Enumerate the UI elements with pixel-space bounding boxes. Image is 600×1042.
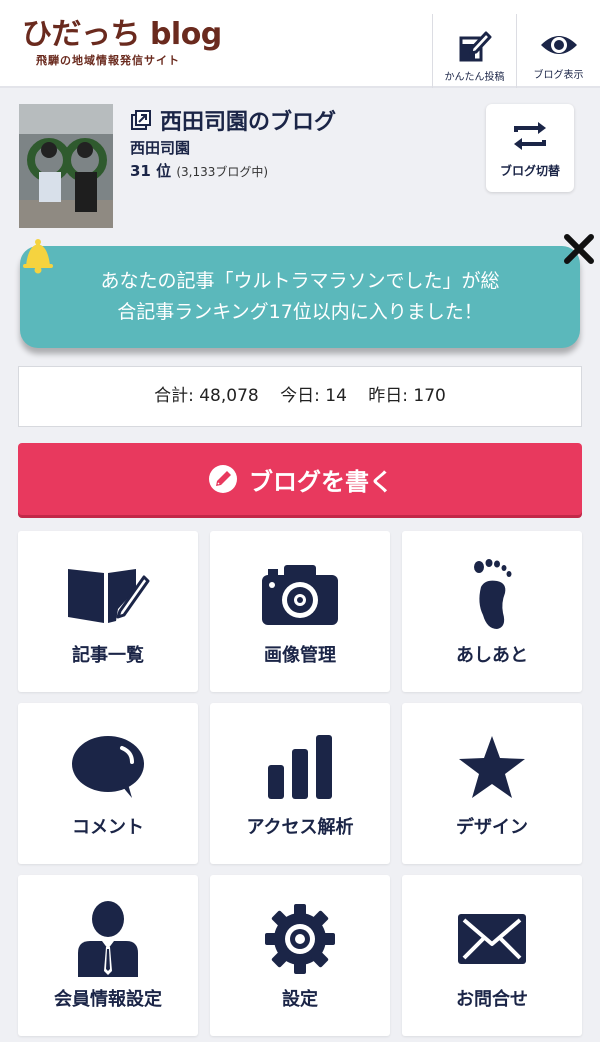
menu-label: お問合せ <box>456 989 528 1010</box>
bar-chart-icon <box>268 735 332 799</box>
menu-design[interactable]: デザイン <box>402 703 582 864</box>
quick-post-label: かんたん投稿 <box>444 72 505 83</box>
menu-footprints[interactable]: あしあと <box>402 531 582 692</box>
menu-access-analytics[interactable]: アクセス解析 <box>210 703 390 864</box>
menu-comments[interactable]: コメント <box>18 703 198 864</box>
eye-icon <box>540 36 577 54</box>
menu-label: コメント <box>72 817 144 838</box>
external-link-icon <box>131 110 151 130</box>
today-count: 今日: 14 <box>280 386 347 406</box>
camera-icon <box>262 565 338 625</box>
menu-image-management[interactable]: 画像管理 <box>210 531 390 692</box>
ranking-notification[interactable]: あなたの記事「ウルトラマラソンでした」が総 合記事ランキング17位以内に入りまし… <box>20 246 580 348</box>
quick-post-icon <box>459 31 491 62</box>
view-blog-label: ブログ表示 <box>533 70 584 81</box>
menu-contact[interactable]: お問合せ <box>402 875 582 1036</box>
switch-blog-button[interactable]: ブログ切替 <box>486 104 574 192</box>
menu-label: 会員情報設定 <box>54 989 162 1010</box>
menu-label: 画像管理 <box>264 645 336 666</box>
profile-photo[interactable] <box>19 104 113 228</box>
view-blog-button[interactable]: ブログ表示 <box>516 14 600 88</box>
access-counter: 合計: 48,078 今日: 14 昨日: 170 <box>18 366 582 427</box>
notification-line-2: 合記事ランキング17位以内に入りました！ <box>117 301 483 323</box>
rank-note: (3,133ブログ中) <box>176 165 269 179</box>
speech-bubble-icon <box>72 736 144 798</box>
pencil-icon <box>209 465 237 493</box>
menu-label: 記事一覧 <box>72 645 144 666</box>
write-blog-button[interactable]: ブログを書く <box>18 443 582 515</box>
total-count: 合計: 48,078 <box>154 386 259 406</box>
logo-title: ひだっち blog <box>22 17 222 52</box>
blog-title: 西田司園のブログ <box>160 110 337 135</box>
site-logo[interactable]: ひだっち blog 飛騨の地域情報発信サイト <box>22 18 222 68</box>
menu-article-list[interactable]: 記事一覧 <box>18 531 198 692</box>
close-icon[interactable] <box>562 232 596 266</box>
owner-name: 西田司園 <box>130 139 191 157</box>
rank-value: 31 位 <box>130 162 172 180</box>
menu-label: あしあと <box>456 645 528 666</box>
menu-label: アクセス解析 <box>246 817 354 838</box>
logo-subtitle: 飛騨の地域情報発信サイト <box>36 54 180 67</box>
menu-label: デザイン <box>456 817 528 838</box>
footprint-icon <box>474 559 512 629</box>
bell-icon <box>23 239 53 274</box>
user-icon <box>78 901 138 977</box>
quick-post-button[interactable]: かんたん投稿 <box>432 14 516 88</box>
star-icon <box>459 736 525 798</box>
mail-icon <box>458 914 526 964</box>
rank-info: 31 位 (3,133ブログ中) <box>130 160 268 181</box>
menu-label: 設定 <box>282 989 318 1010</box>
write-blog-label: ブログを書く <box>249 467 393 496</box>
gear-icon <box>265 904 335 974</box>
app-header: ひだっち blog 飛騨の地域情報発信サイト かんたん投稿 ブログ表示 <box>0 0 600 88</box>
menu-member-settings[interactable]: 会員情報設定 <box>18 875 198 1036</box>
menu-settings[interactable]: 設定 <box>210 875 390 1036</box>
switch-blog-label: ブログ切替 <box>499 164 560 178</box>
notification-line-1: あなたの記事「ウルトラマラソンでした」が総 <box>100 270 500 292</box>
switch-arrows-icon <box>514 122 546 150</box>
yesterday-count: 昨日: 170 <box>368 386 446 406</box>
book-pen-icon <box>68 569 150 623</box>
blog-title-link[interactable]: 西田司園のブログ <box>130 104 336 136</box>
